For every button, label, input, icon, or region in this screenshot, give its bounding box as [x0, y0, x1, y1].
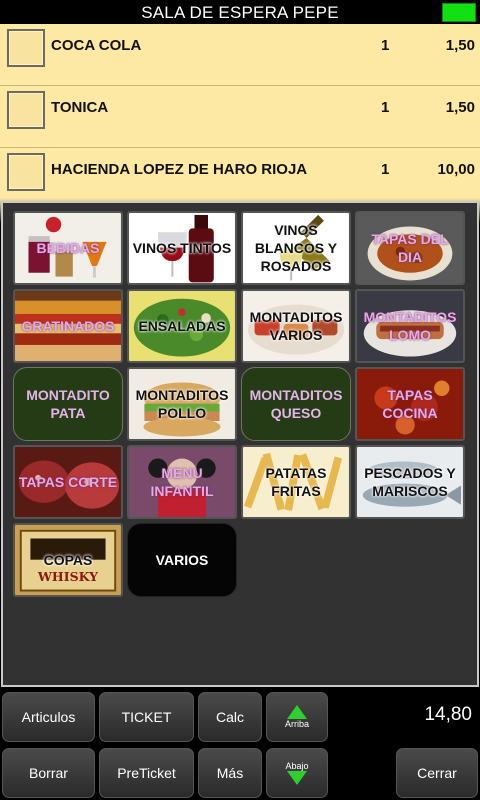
category-label: PATATAS FRITAS: [265, 465, 327, 499]
category-vinos-tintos[interactable]: VINOS TINTOS: [127, 211, 237, 285]
select-checkbox[interactable]: [7, 29, 45, 67]
category-label: GRATINADOS: [21, 318, 115, 334]
cerrar-button[interactable]: Cerrar: [396, 748, 478, 798]
action-bar: Articulos TICKET Calc Arriba 14,80 Borra…: [0, 688, 480, 800]
category-label: MENU INFANTIL: [150, 465, 214, 499]
select-checkbox[interactable]: [7, 91, 45, 129]
item-name: TONICA: [51, 99, 109, 116]
category-label: MONTADITO PATA: [26, 387, 110, 421]
category-label: ENSALADAS: [138, 318, 226, 334]
category-label: MONTADITOS VARIOS: [249, 309, 343, 343]
articulos-button[interactable]: Articulos: [2, 692, 95, 742]
item-quantity: 1: [381, 161, 390, 178]
category-label: TAPAS CORTE: [18, 474, 118, 490]
mas-button[interactable]: Más: [198, 748, 262, 798]
category-label: PESCADOS Y MARISCOS: [364, 465, 456, 499]
item-price: 1,50: [445, 37, 475, 54]
category-montaditos-lomo[interactable]: MONTADITOS LOMO: [355, 289, 465, 363]
item-quantity: 1: [381, 99, 390, 116]
category-montadito-pata[interactable]: MONTADITO PATA: [13, 367, 123, 441]
status-indicator-icon: [442, 3, 476, 22]
scroll-down-button[interactable]: Abajo: [266, 748, 328, 798]
category-varios[interactable]: VARIOS: [127, 523, 237, 597]
category-tapas-corte[interactable]: TAPAS CORTE: [13, 445, 123, 519]
title-bar: SALA DE ESPERA PEPE: [0, 0, 480, 24]
svg-text:WHISKY: WHISKY: [37, 569, 99, 584]
calc-button[interactable]: Calc: [198, 692, 262, 742]
preticket-button[interactable]: PreTicket: [99, 748, 194, 798]
order-line[interactable]: HACIENDA LOPEZ DE HARO RIOJA 1 10,00: [0, 148, 480, 198]
item-price: 1,50: [445, 99, 475, 116]
order-line[interactable]: TONICA 1 1,50: [0, 86, 480, 148]
category-label: MONTADITOS POLLO: [135, 387, 229, 421]
category-copas[interactable]: WHISKY COPAS: [13, 523, 123, 597]
category-label: TAPAS COCINA: [382, 387, 438, 421]
category-label: TAPAS DEL DIA: [371, 231, 449, 265]
item-name: HACIENDA LOPEZ DE HARO RIOJA: [51, 161, 308, 178]
ticket-button[interactable]: TICKET: [99, 692, 194, 742]
category-label: VINOS TINTOS: [132, 240, 232, 256]
category-menu-infantil[interactable]: MENU INFANTIL: [127, 445, 237, 519]
category-grid: BEBIDAS VINOS TINTOS VINOS BLANCOS Y ROS…: [1, 201, 479, 687]
category-montaditos-queso[interactable]: MONTADITOS QUESO: [241, 367, 351, 441]
scroll-up-button[interactable]: Arriba: [266, 692, 328, 742]
category-pescados-mariscos[interactable]: PESCADOS Y MARISCOS: [355, 445, 465, 519]
category-bebidas[interactable]: BEBIDAS: [13, 211, 123, 285]
order-line[interactable]: COCA COLA 1 1,50: [0, 24, 480, 86]
category-ensaladas[interactable]: ENSALADAS: [127, 289, 237, 363]
item-price: 10,00: [437, 161, 475, 178]
arrow-down-icon: [287, 771, 307, 785]
category-patatas-fritas[interactable]: PATATAS FRITAS: [241, 445, 351, 519]
category-label: COPAS: [43, 552, 93, 568]
category-label: BEBIDAS: [36, 240, 100, 256]
category-tapas-del-dia[interactable]: TAPAS DEL DIA: [355, 211, 465, 285]
category-tapas-cocina[interactable]: TAPAS COCINA: [355, 367, 465, 441]
arrow-up-icon: [287, 705, 307, 719]
category-montaditos-pollo[interactable]: MONTADITOS POLLO: [127, 367, 237, 441]
category-label: MONTADITOS LOMO: [363, 309, 457, 343]
order-list: COCA COLA 1 1,50 TONICA 1 1,50 HACIENDA …: [0, 24, 480, 224]
select-checkbox[interactable]: [7, 153, 45, 191]
category-label: MONTADITOS QUESO: [249, 387, 343, 421]
item-quantity: 1: [381, 37, 390, 54]
category-vinos-blancos[interactable]: VINOS BLANCOS Y ROSADOS: [241, 211, 351, 285]
category-label: VINOS BLANCOS Y ROSADOS: [254, 222, 338, 274]
category-label: VARIOS: [155, 552, 209, 568]
table-title: SALA DE ESPERA PEPE: [141, 3, 339, 22]
category-montaditos-varios[interactable]: MONTADITOS VARIOS: [241, 289, 351, 363]
borrar-button[interactable]: Borrar: [2, 748, 95, 798]
category-gratinados[interactable]: GRATINADOS: [13, 289, 123, 363]
order-total: 14,80: [424, 704, 472, 725]
item-name: COCA COLA: [51, 37, 142, 54]
